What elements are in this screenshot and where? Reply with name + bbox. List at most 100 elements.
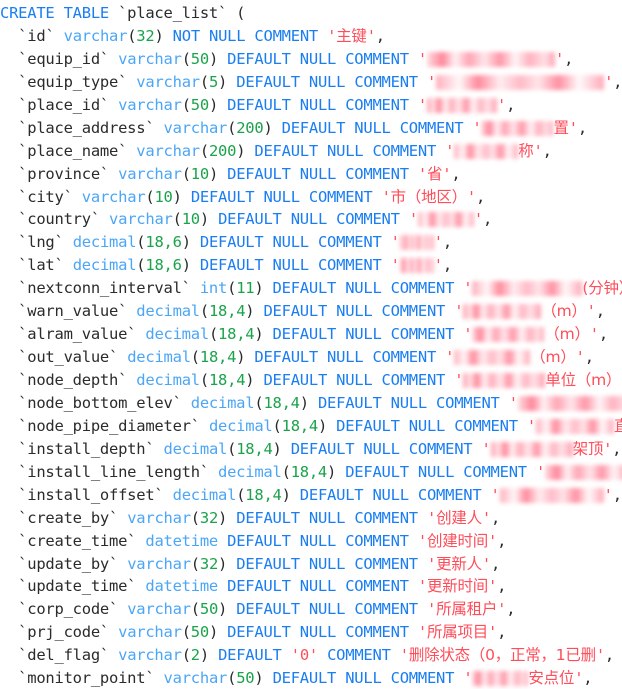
column-length: 200 [236, 118, 264, 137]
quote-open: ' [417, 49, 427, 68]
comment-keyword: COMMENT [390, 279, 455, 298]
column-name: `install_line_length` [18, 463, 209, 481]
comment-visible-text: 单位（m） [545, 371, 622, 389]
quote-close: ' [487, 531, 498, 550]
column-definition-line: `out_value` decimal(18,4) DEFAULT NULL C… [0, 346, 622, 369]
nullability-keyword: DEFAULT NULL [299, 485, 409, 504]
paren-open: ( [181, 646, 191, 665]
column-name-text: id [27, 26, 46, 45]
column-name: `nextconn_interval` [18, 279, 191, 297]
comment-keyword: COMMENT [399, 118, 464, 137]
comma: , [612, 439, 622, 458]
quote-open: ' [399, 646, 409, 665]
column-name: `install_offset` [18, 486, 164, 504]
column-length: 50 [190, 623, 209, 642]
quote-close: ' [554, 49, 565, 68]
comment-visible-text: 安 [528, 669, 544, 688]
column-definition-line: `place_address` varchar(200) DEFAULT NUL… [0, 117, 622, 140]
nullability-keyword: DEFAULT NULL [236, 508, 346, 527]
column-definition-line: `lng` decimal(18,6) DEFAULT NULL COMMENT… [0, 231, 622, 254]
comma: , [583, 669, 593, 688]
nullability-keyword: DEFAULT NULL [236, 72, 346, 91]
nullability-keyword: DEFAULT [218, 646, 282, 665]
redacted-comment-text [499, 487, 604, 503]
redacted-comment-text [472, 671, 529, 687]
column-definition-line: `nextconn_interval` int(11) DEFAULT NULL… [0, 277, 622, 300]
comment-keyword: COMMENT [345, 95, 409, 114]
column-name-text: monitor_point [27, 669, 146, 688]
paren-open: ( [181, 49, 191, 68]
backtick-close: ` [199, 462, 209, 481]
comment-keyword: COMMENT [381, 371, 446, 389]
paren-open: ( [136, 233, 146, 252]
paren-close: ) [236, 348, 246, 367]
column-name-text: province [27, 164, 100, 183]
sql-code-editor[interactable]: CREATE TABLE `place_list` ( `id` varchar… [0, 0, 622, 689]
quote-open: ' [426, 508, 437, 527]
comma: , [497, 531, 507, 550]
column-type: varchar [118, 164, 182, 183]
column-type: decimal [127, 348, 191, 367]
quote-open: ' [327, 26, 337, 45]
comment-keyword: COMMENT [317, 233, 382, 252]
column-type: decimal [163, 439, 228, 458]
quote-close: ' [487, 577, 498, 596]
column-type: varchar [109, 210, 173, 229]
backtick-close: ` [118, 141, 128, 160]
column-type: decimal [172, 485, 237, 504]
backtick-open: ` [18, 118, 28, 137]
column-name: `prj_code` [18, 623, 109, 641]
comment-visible-text: 直 [613, 416, 622, 435]
comment-visible-text: 省 [426, 164, 443, 183]
column-type: decimal [145, 325, 209, 344]
redacted-comment-text [481, 120, 554, 136]
redacted-comment-text [417, 212, 474, 228]
column-comment: '所属租户' [427, 600, 506, 618]
backtick-close: ` [99, 623, 110, 642]
column-comment: ' 称' [445, 142, 543, 160]
column-length: 50 [236, 669, 255, 688]
comma: , [490, 508, 501, 527]
backtick-close: ` [127, 531, 137, 550]
quote-close: ' [595, 646, 605, 665]
column-name-text: update_by [27, 554, 110, 573]
paren-close: ) [154, 26, 164, 45]
column-length: 11 [236, 279, 255, 298]
column-comment: '高' [509, 394, 622, 412]
comment-keyword: COMMENT [354, 72, 418, 91]
backtick-open: ` [18, 577, 28, 596]
quote-open: ' [426, 554, 437, 573]
column-comment: ' （m）' [454, 302, 596, 320]
nullability-keyword: DEFAULT NULL [199, 233, 309, 252]
comma: , [595, 302, 605, 321]
column-type: decimal [72, 233, 137, 252]
